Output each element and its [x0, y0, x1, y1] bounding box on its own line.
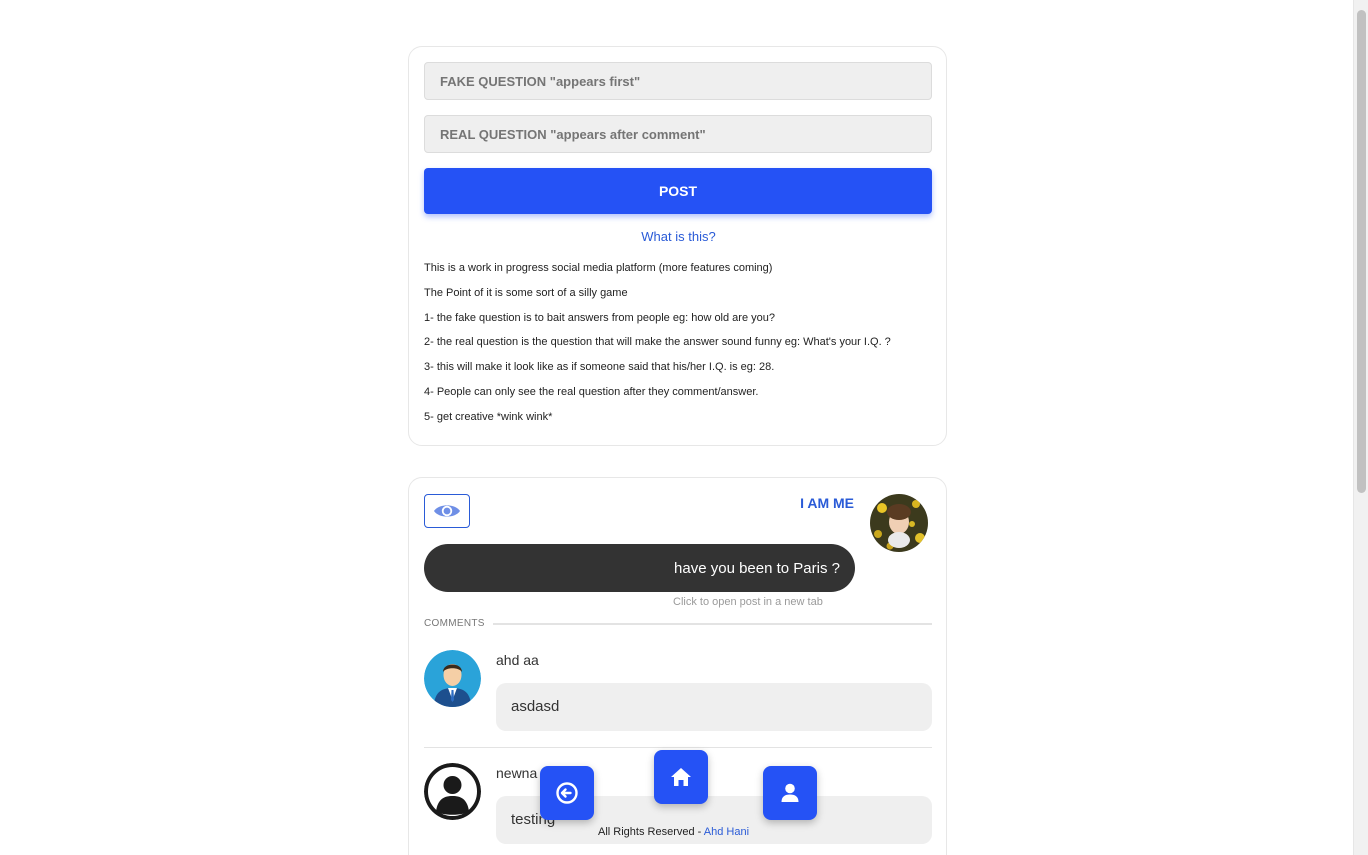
sign-out-icon	[556, 782, 578, 804]
open-post-hint: Click to open post in a new tab	[673, 596, 823, 608]
info-line: The Point of it is some sort of a silly …	[424, 286, 628, 299]
info-line: 1- the fake question is to bait answers …	[424, 311, 775, 324]
footer-text: All Rights Reserved -	[598, 826, 704, 838]
question-text: have you been to Paris ?	[674, 559, 840, 577]
footer-author-link[interactable]: Ahd Hani	[704, 826, 749, 838]
home-button[interactable]	[654, 750, 708, 804]
home-icon	[671, 768, 691, 786]
info-line: 2- the real question is the question tha…	[424, 336, 891, 349]
default-user-avatar-icon	[424, 763, 481, 820]
commenter-name[interactable]: ahd aa	[496, 652, 539, 668]
page-scrollbar[interactable]	[1353, 0, 1368, 855]
footer: All Rights Reserved - Ahd Hani	[598, 826, 749, 838]
comments-header: COMMENTS	[424, 618, 932, 629]
post-author-name[interactable]: I AM ME	[800, 495, 854, 511]
scrollbar-thumb[interactable]	[1357, 10, 1366, 493]
info-line: 5- get creative *wink wink*	[424, 410, 553, 423]
question-bubble[interactable]: have you been to Paris ?	[424, 544, 855, 592]
post-button[interactable]: POST	[424, 168, 932, 214]
info-line: 4- People can only see the real question…	[424, 385, 759, 398]
real-question-input[interactable]	[424, 115, 932, 153]
comment-text: asdasd	[496, 683, 932, 731]
commenter-avatar[interactable]	[424, 650, 481, 707]
info-line: 3- this will make it look like as if som…	[424, 361, 775, 374]
what-is-this-link[interactable]: What is this?	[409, 229, 948, 244]
profile-button[interactable]	[763, 766, 817, 820]
comment-separator	[424, 747, 932, 748]
reveal-question-button[interactable]	[424, 494, 470, 528]
businessman-avatar-icon	[424, 650, 481, 707]
commenter-avatar[interactable]	[424, 763, 481, 820]
comments-divider	[492, 622, 932, 625]
info-line: This is a work in progress social media …	[424, 262, 773, 274]
author-avatar[interactable]	[870, 494, 928, 552]
fake-question-input[interactable]	[424, 62, 932, 100]
eye-icon	[434, 505, 460, 517]
commenter-name[interactable]: newna	[496, 765, 537, 781]
author-photo	[870, 494, 928, 552]
info-text: This is a work in progress social media …	[424, 256, 932, 430]
logout-button[interactable]	[540, 766, 594, 820]
comments-label: COMMENTS	[424, 618, 485, 629]
question-composer-card: POST What is this? This is a work in pro…	[408, 46, 947, 446]
user-icon	[781, 783, 799, 802]
